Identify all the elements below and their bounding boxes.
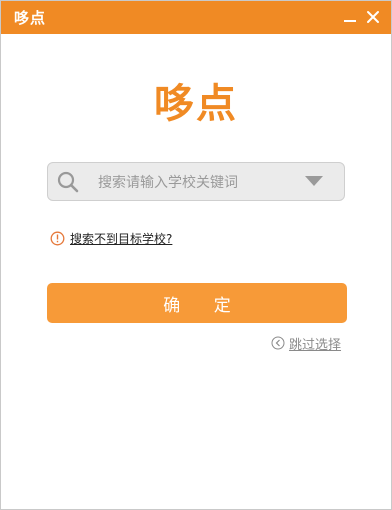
close-icon — [367, 11, 379, 23]
school-not-found-link[interactable]: 搜索不到目标学校? — [70, 230, 172, 247]
skip-selection-label: 跳过选择 — [289, 337, 342, 353]
exclamation-circle-icon — [50, 231, 65, 245]
title-bar: 哆点 — [1, 1, 391, 34]
window-title: 哆点 — [14, 9, 47, 27]
triangle-down-icon[interactable] — [304, 175, 324, 187]
school-search-input[interactable] — [96, 169, 300, 197]
school-search-box[interactable] — [47, 162, 345, 201]
arrow-left-circle-icon — [271, 336, 285, 350]
app-window: 哆点 哆点 搜索不到目标学校? 确 定 — [0, 0, 392, 510]
close-button[interactable] — [363, 7, 383, 27]
search-hint: 搜索不到目标学校? — [50, 228, 172, 248]
brand-logo: 哆点 — [154, 81, 238, 127]
search-icon — [57, 171, 79, 193]
skip-selection-link[interactable]: 跳过选择 — [271, 333, 341, 353]
minimize-icon — [344, 20, 356, 22]
minimize-button[interactable] — [340, 7, 360, 27]
confirm-button[interactable]: 确 定 — [47, 283, 347, 323]
